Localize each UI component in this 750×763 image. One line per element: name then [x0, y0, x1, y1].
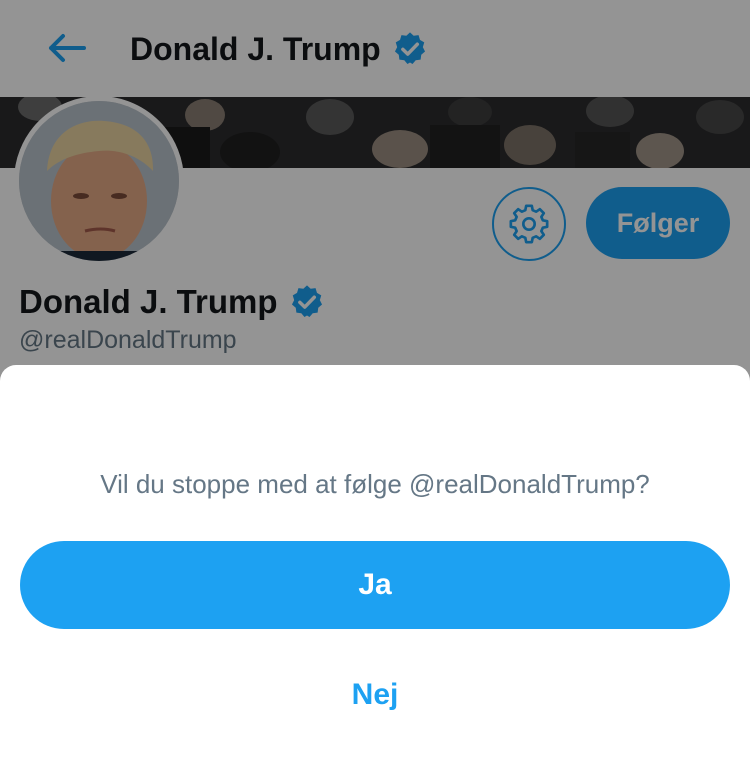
confirm-unfollow-button[interactable]: Ja	[20, 541, 730, 629]
cancel-unfollow-label: Nej	[351, 678, 399, 711]
unfollow-action-sheet: Vil du stoppe med at følge @realDonaldTr…	[0, 365, 750, 763]
unfollow-question: Vil du stoppe med at følge @realDonaldTr…	[100, 469, 650, 499]
cancel-unfollow-button[interactable]: Nej	[275, 665, 475, 725]
confirm-unfollow-label: Ja	[358, 568, 392, 601]
